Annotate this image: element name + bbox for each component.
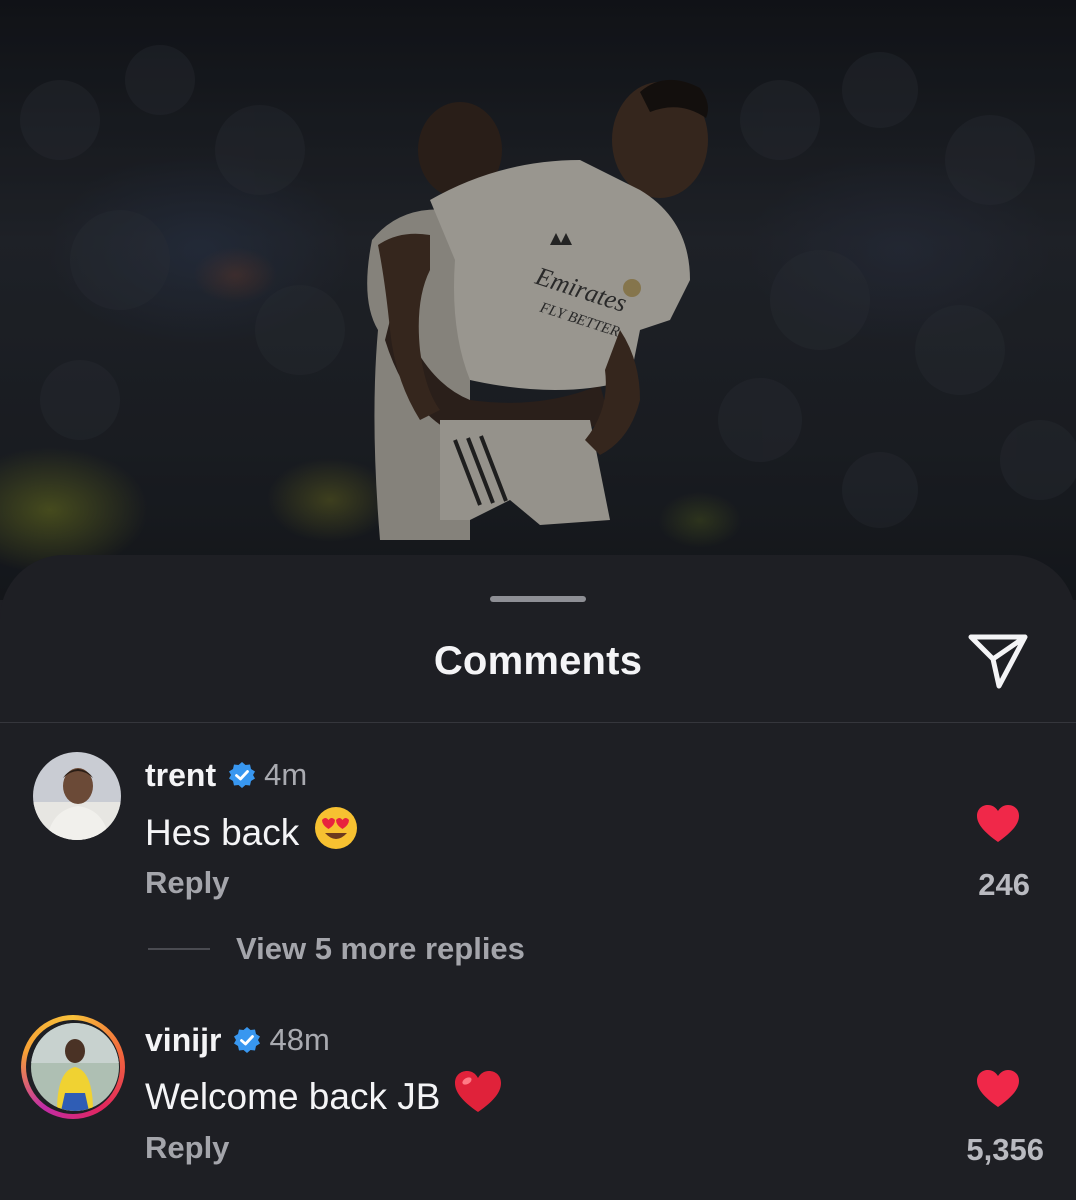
verified-badge-icon <box>234 1027 261 1053</box>
avatar[interactable] <box>33 752 121 840</box>
replies-thread-line <box>148 948 210 950</box>
paper-plane-icon <box>968 634 1028 689</box>
comment-item: vinijr 48m Welcome back JB Reply 5,356 <box>0 1015 1076 1190</box>
comment-text: Hes back <box>145 811 300 853</box>
username[interactable]: trent <box>145 757 216 794</box>
view-more-replies-button[interactable]: View 5 more replies <box>148 927 525 971</box>
comments-sheet: Comments trent 4m Hes back Reply 246 Vie… <box>0 555 1076 1200</box>
like-count: 5,356 <box>966 1132 1044 1167</box>
avatar <box>31 1023 119 1111</box>
red-heart-emoji <box>454 1070 502 1123</box>
comment-text: Welcome back JB <box>145 1075 441 1117</box>
comment-body: Hes back <box>145 805 359 860</box>
heart-icon[interactable] <box>976 1069 1020 1109</box>
verified-badge-icon <box>229 762 256 788</box>
comment-item: trent 4m Hes back Reply 246 <box>0 752 1076 925</box>
username[interactable]: vinijr <box>145 1022 221 1059</box>
avatar-image <box>33 752 121 840</box>
drag-handle[interactable] <box>490 596 586 602</box>
avatar-image <box>31 1023 119 1111</box>
post-photo: Emirates FLY BETTER <box>0 0 1076 600</box>
comment-header: vinijr 48m <box>145 1020 330 1060</box>
reply-button[interactable]: Reply <box>145 1130 229 1166</box>
header-divider <box>0 722 1076 723</box>
view-more-replies-label: View 5 more replies <box>236 931 525 966</box>
comment-time: 48m <box>269 1022 330 1057</box>
reply-button[interactable]: Reply <box>145 865 229 901</box>
share-button[interactable] <box>966 629 1030 691</box>
heart-eyes-emoji <box>313 805 359 860</box>
heart-icon[interactable] <box>976 804 1020 844</box>
comment-header: trent 4m <box>145 755 307 795</box>
comment-time: 4m <box>264 757 308 792</box>
players-illustration: Emirates FLY BETTER <box>0 0 1076 600</box>
like-count: 246 <box>978 867 1030 902</box>
story-ring[interactable] <box>21 1015 125 1119</box>
sheet-title: Comments <box>433 639 643 683</box>
comment-body: Welcome back JB <box>145 1070 502 1123</box>
